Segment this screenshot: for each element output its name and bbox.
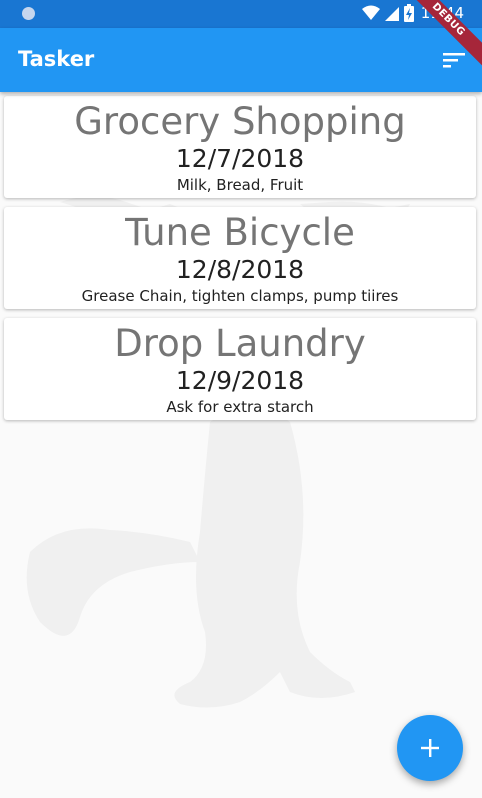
task-date: 12/8/2018 (175, 255, 305, 284)
task-card[interactable]: Drop Laundry 12/9/2018 Ask for extra sta… (4, 318, 476, 420)
add-task-button[interactable] (397, 715, 463, 781)
sort-button[interactable] (440, 46, 468, 74)
app-title: Tasker (18, 47, 95, 71)
plus-icon (421, 739, 439, 757)
task-card[interactable]: Grocery Shopping 12/7/2018 Milk, Bread, … (4, 96, 476, 198)
task-title: Grocery Shopping (74, 100, 406, 143)
task-list: Grocery Shopping 12/7/2018 Milk, Bread, … (4, 96, 476, 429)
sort-icon (443, 53, 465, 68)
task-note: Milk, Bread, Fruit (176, 176, 304, 194)
status-bar: 11:44 (0, 0, 482, 28)
task-note: Ask for extra starch (166, 398, 314, 416)
task-date: 12/9/2018 (175, 366, 305, 395)
app-bar: Tasker (0, 28, 482, 92)
task-title: Tune Bicycle (125, 211, 355, 254)
task-date: 12/7/2018 (175, 144, 305, 173)
cellular-signal-icon (384, 7, 399, 21)
battery-icon (403, 4, 414, 22)
task-note: Grease Chain, tighten clamps, pump tiire… (81, 287, 399, 305)
task-card[interactable]: Tune Bicycle 12/8/2018 Grease Chain, tig… (4, 207, 476, 309)
task-title: Drop Laundry (114, 322, 366, 365)
notification-dot-icon (22, 7, 35, 20)
wifi-icon (361, 5, 380, 20)
